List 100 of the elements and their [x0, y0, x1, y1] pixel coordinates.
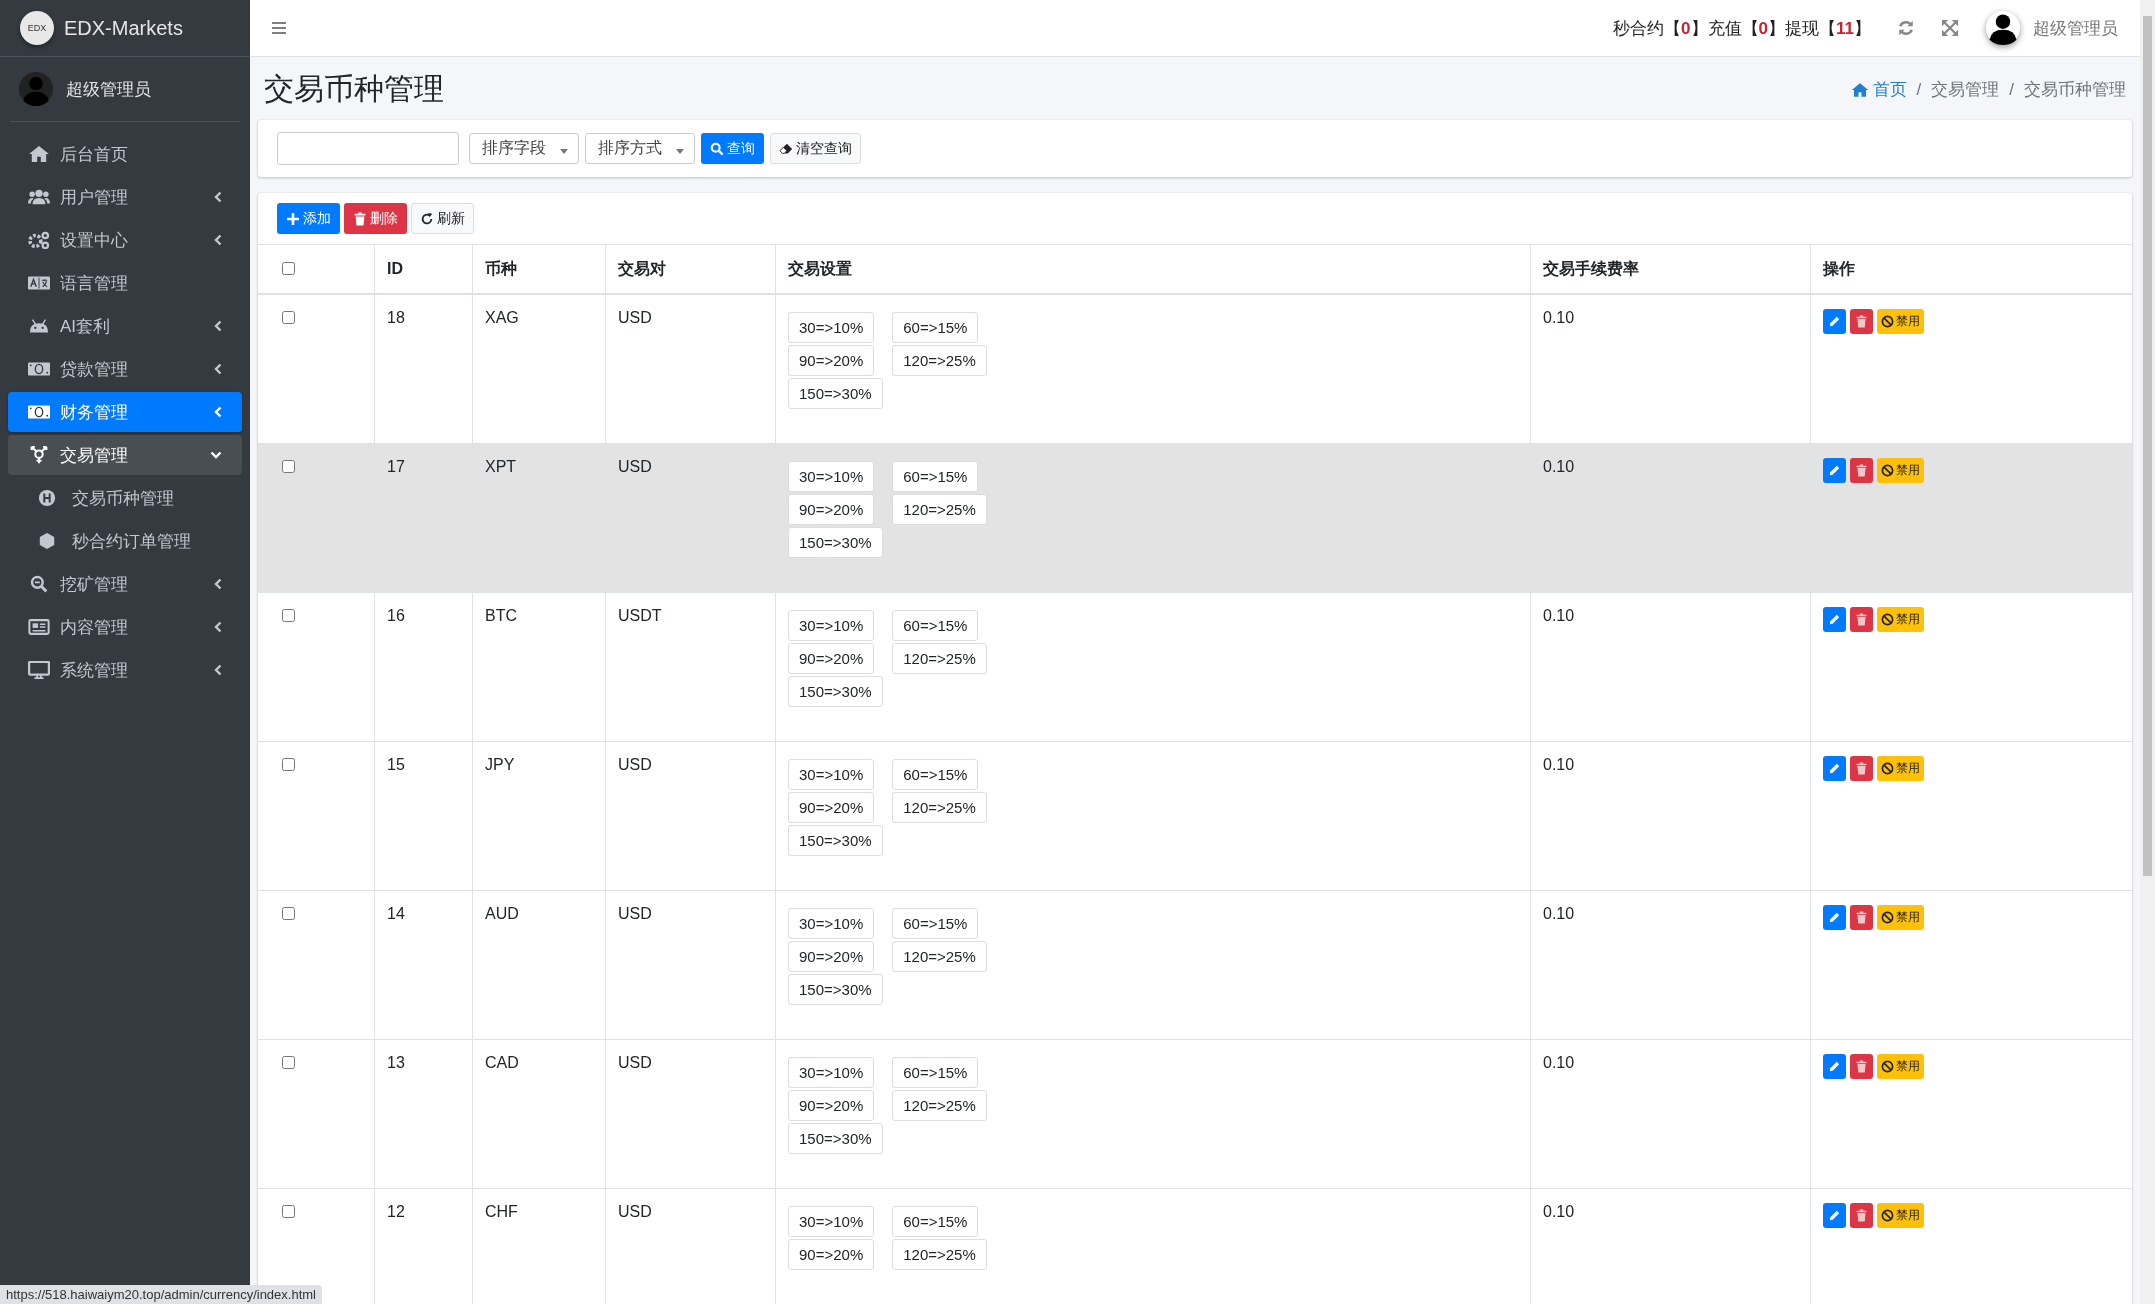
sort-field-select[interactable]: 排序字段 — [469, 133, 579, 164]
table-cell: CAD — [485, 1053, 519, 1071]
chevron-left-icon — [214, 406, 222, 418]
setting-tag: 90=>20% — [788, 1238, 875, 1270]
setting-tag: 90=>20% — [788, 940, 875, 972]
delete-button[interactable]: 删除 — [344, 203, 407, 234]
search-field[interactable] — [277, 132, 459, 165]
banknote-icon — [28, 360, 50, 378]
refresh-icon[interactable] — [1897, 19, 1915, 37]
sort-order-select[interactable]: 排序方式 — [585, 133, 695, 164]
setting-tag: 150=>30% — [788, 824, 883, 856]
table-cell: USD — [618, 904, 652, 922]
brand-name: EDX-Markets — [64, 16, 183, 40]
row-checkbox[interactable] — [282, 1204, 295, 1218]
table-cell: JPY — [485, 755, 515, 773]
avatar-icon — [18, 71, 54, 107]
row-checkbox[interactable] — [282, 459, 295, 473]
search-icon — [710, 141, 724, 156]
disable-button[interactable]: 禁用 — [1877, 606, 1924, 632]
delete-button[interactable] — [1850, 755, 1873, 781]
table-cell: 17 — [387, 457, 405, 475]
row-checkbox[interactable] — [282, 906, 295, 920]
nav-item[interactable]: AI套利 — [8, 306, 242, 346]
select-all-checkbox[interactable] — [282, 261, 295, 275]
setting-tag: 150=>30% — [788, 1122, 883, 1154]
edit-button[interactable] — [1823, 1202, 1846, 1228]
nav-item[interactable]: 交易管理 — [8, 435, 242, 475]
delete-button[interactable] — [1850, 1202, 1873, 1228]
delete-button[interactable] — [1850, 1053, 1873, 1079]
setting-tag: 60=>15% — [892, 312, 979, 343]
row-checkbox[interactable] — [282, 311, 295, 324]
breadcrumb-item[interactable]: 交易管理 — [1931, 78, 2000, 101]
nav-item[interactable]: 用户管理 — [8, 177, 242, 217]
chevron-left-icon — [214, 578, 222, 590]
delete-button[interactable] — [1850, 606, 1873, 632]
breadcrumb-item: 交易币种管理 — [2024, 79, 2126, 101]
delete-button[interactable] — [1850, 904, 1873, 930]
edit-button[interactable] — [1823, 309, 1846, 334]
eraser-icon — [779, 141, 793, 156]
row-checkbox[interactable] — [282, 608, 295, 622]
setting-tag: 60=>15% — [892, 1205, 979, 1237]
nav-item[interactable]: 后台首页 — [8, 134, 242, 174]
nav-item[interactable]: 语言管理 — [8, 263, 242, 303]
user-name[interactable]: 超级管理员 — [2033, 16, 2118, 40]
home-icon — [1850, 81, 1869, 98]
trash-icon — [1855, 1059, 1868, 1073]
nav-item[interactable]: 内容管理 — [8, 607, 242, 647]
edit-button[interactable] — [1823, 904, 1846, 930]
table-cell: AUD — [485, 904, 519, 922]
edit-button[interactable] — [1823, 755, 1846, 781]
trash-icon — [1855, 463, 1868, 477]
disable-button[interactable]: 禁用 — [1877, 457, 1924, 483]
table-cell: 14 — [387, 904, 405, 922]
setting-tag: 60=>15% — [892, 758, 979, 790]
ban-icon — [1881, 761, 1894, 775]
clear-search-button[interactable]: 清空查询 — [770, 133, 861, 164]
setting-tag: 90=>20% — [788, 791, 875, 823]
caret-icon — [560, 148, 568, 154]
pencil-icon — [1828, 761, 1841, 775]
fullscreen-icon[interactable] — [1941, 19, 1959, 37]
search-button[interactable]: 查询 — [701, 133, 764, 164]
nav-subitem[interactable]: 交易币种管理 — [8, 478, 242, 518]
edit-button[interactable] — [1823, 1053, 1846, 1079]
setting-tag: 90=>20% — [788, 345, 875, 376]
disable-button[interactable]: 禁用 — [1877, 904, 1924, 930]
nav-item[interactable]: 贷款管理 — [8, 349, 242, 389]
row-checkbox[interactable] — [282, 757, 295, 771]
pencil-icon — [1828, 315, 1841, 328]
setting-tag: 120=>25% — [892, 493, 987, 525]
delete-button[interactable] — [1850, 457, 1873, 483]
nav-item[interactable]: 财务管理 — [8, 392, 242, 432]
menu-icon[interactable] — [272, 22, 286, 34]
scrollbar[interactable] — [2140, 0, 2155, 1304]
refresh-button[interactable]: 刷新 — [411, 203, 474, 234]
nav-item[interactable]: 挖矿管理 — [8, 564, 242, 604]
table-cell: USD — [618, 755, 652, 773]
edit-button[interactable] — [1823, 457, 1846, 483]
notification-counters[interactable]: 秒合约【0】充值【0】提现【11】 — [1613, 16, 1871, 40]
nav-item[interactable]: 设置中心 — [8, 220, 242, 260]
h-circle-icon — [38, 489, 56, 507]
row-checkbox[interactable] — [282, 1055, 295, 1069]
gears-icon — [28, 231, 50, 249]
disable-button[interactable]: 禁用 — [1877, 309, 1924, 334]
setting-tag: 60=>15% — [892, 460, 979, 492]
disable-button[interactable]: 禁用 — [1877, 1053, 1924, 1079]
setting-tag: 30=>10% — [788, 609, 875, 641]
delete-button[interactable] — [1850, 309, 1873, 334]
table-cell: 0.10 — [1543, 755, 1575, 773]
disable-button[interactable]: 禁用 — [1877, 755, 1924, 781]
nav-item[interactable]: 系统管理 — [8, 650, 242, 690]
add-button[interactable]: 添加 — [277, 203, 340, 234]
chevron-down-icon — [210, 451, 222, 459]
ban-icon — [1881, 315, 1894, 328]
pencil-icon — [1828, 910, 1841, 924]
disable-button[interactable]: 禁用 — [1877, 1202, 1924, 1228]
edit-button[interactable] — [1823, 606, 1846, 632]
breadcrumb-link[interactable]: 首页 — [1872, 78, 1907, 101]
nav-subitem[interactable]: 秒合约订单管理 — [8, 521, 242, 561]
chevron-left-icon — [214, 234, 222, 246]
setting-tag: 120=>25% — [892, 791, 987, 823]
